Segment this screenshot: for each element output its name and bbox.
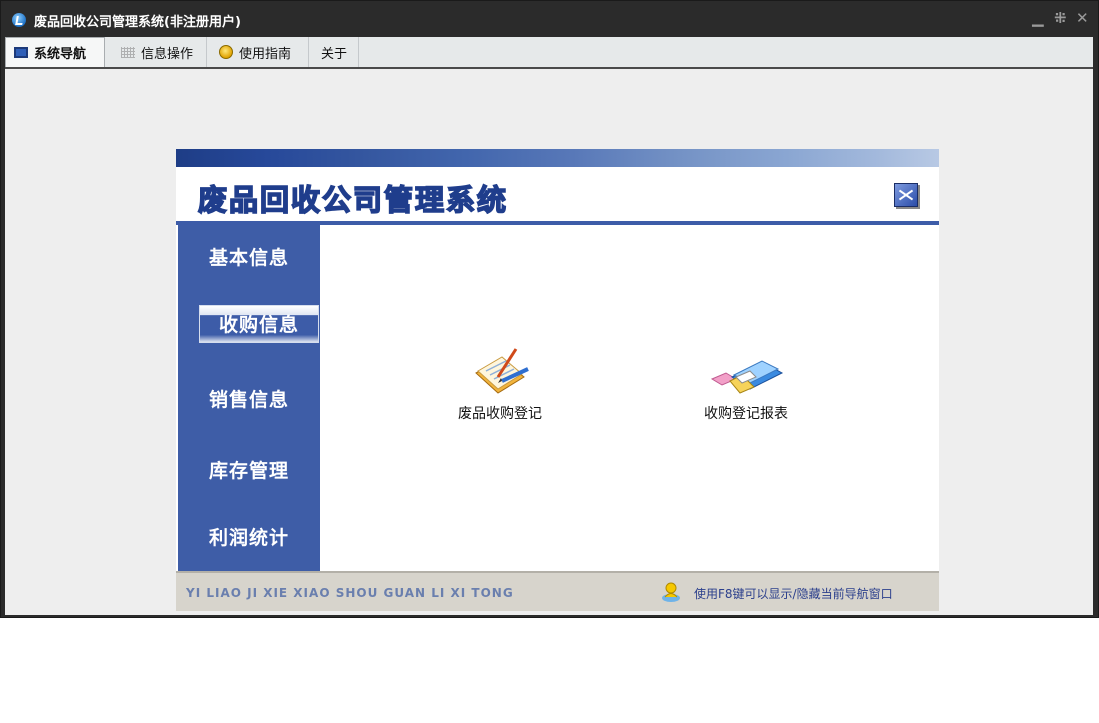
- function-label: 收购登记报表: [704, 406, 788, 422]
- panel-gradient-bar: [176, 149, 939, 167]
- tab-label: 使用指南: [239, 46, 292, 62]
- sidebar-item-purchase-info[interactable]: 收购信息: [199, 305, 319, 343]
- app-logo-icon: [12, 13, 26, 27]
- function-purchase-report[interactable]: 收购登记报表: [684, 347, 808, 423]
- restore-icon[interactable]: ⁜: [1054, 9, 1067, 27]
- monitor-icon: [14, 47, 28, 58]
- tab-label: 关于: [321, 46, 348, 62]
- grid-icon: [121, 46, 135, 58]
- footer-pinyin-text: YI LIAO JI XIE XIAO SHOU GUAN LI XI TONG: [186, 586, 514, 600]
- tab-label: 信息操作: [141, 46, 194, 62]
- tab-about[interactable]: 关于: [309, 37, 359, 67]
- function-purchase-register[interactable]: 废品收购登记: [438, 347, 562, 423]
- user-tip-icon: [662, 582, 680, 602]
- sidebar-item-inventory[interactable]: 库存管理: [178, 456, 320, 483]
- sidebar-item-basic-info[interactable]: 基本信息: [178, 243, 320, 270]
- minimize-icon[interactable]: ▁: [1032, 9, 1044, 27]
- menu-bar: 系统导航 信息操作 使用指南 关于: [5, 37, 1093, 69]
- coin-icon: [219, 45, 233, 59]
- tab-info-ops[interactable]: 信息操作: [105, 37, 207, 67]
- notepad-pencil-icon: [475, 348, 529, 394]
- sidebar-item-sales-info[interactable]: 销售信息: [178, 385, 320, 412]
- window-title: 废品回收公司管理系统(非注册用户): [34, 15, 241, 30]
- title-bar[interactable]: 废品回收公司管理系统(非注册用户) ▁ ⁜ ✕: [1, 1, 1098, 37]
- category-sidebar: 基本信息 收购信息 销售信息 库存管理 利润统计: [178, 225, 320, 571]
- panel-footer: YI LIAO JI XIE XIAO SHOU GUAN LI XI TONG…: [176, 571, 939, 611]
- system-title: 废品回收公司管理系统: [197, 182, 509, 218]
- folder-files-icon: [710, 360, 784, 394]
- footer-f8-tip: 使用F8键可以显示/隐藏当前导航窗口: [694, 587, 893, 601]
- close-icon[interactable]: ✕: [1076, 9, 1089, 27]
- navigation-panel: 废品回收公司管理系统 基本信息 收购信息 销售信息 库存管理 利润统计 废品收购…: [176, 149, 939, 611]
- tab-user-guide[interactable]: 使用指南: [207, 37, 309, 67]
- panel-close-icon[interactable]: [894, 183, 918, 207]
- sidebar-item-profit-stats[interactable]: 利润统计: [178, 523, 320, 550]
- tab-label: 系统导航: [34, 47, 87, 62]
- tab-system-nav[interactable]: 系统导航: [5, 37, 105, 67]
- function-label: 废品收购登记: [458, 406, 542, 422]
